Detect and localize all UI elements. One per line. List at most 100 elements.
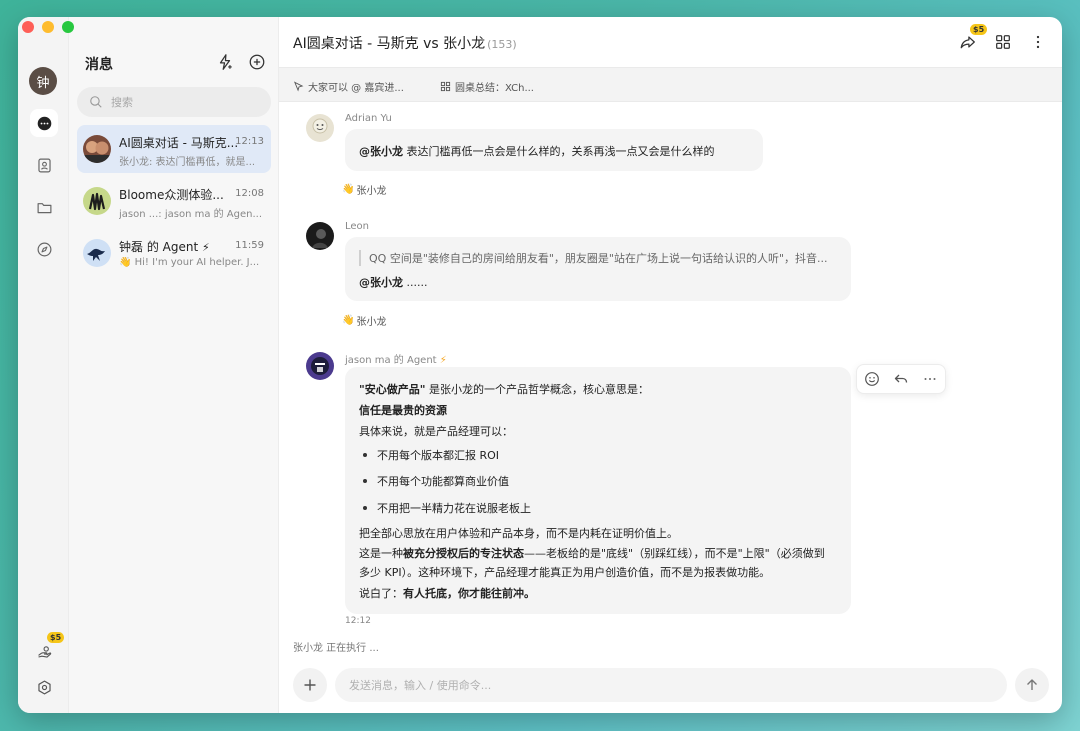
conversation-sidebar: 消息 AI圆桌对话 - 马斯克... 12:13 张小龙: 表达门槛再低，就是.…: [69, 17, 279, 713]
reaction-user: 张小龙: [356, 186, 387, 197]
contacts-icon: [37, 158, 51, 172]
sender-name: Leon: [345, 221, 370, 232]
share-badge: $5: [970, 24, 988, 35]
mention[interactable]: @张小龙: [359, 145, 403, 158]
message-input[interactable]: [349, 678, 949, 692]
message-text: 把全部心思放在用户体验和产品本身，而不是内耗在证明价值上。: [359, 527, 678, 540]
search-input[interactable]: [111, 95, 251, 109]
app-window: 钟 $5 消息 搜索 AI圆桌对话 - 马斯克... 12:13 张小龙: 表达…: [18, 17, 1062, 713]
message-text: 多少 KPI）。这种环境下，产品经理才能真正为用户创造价值，而不是为报表做功能。: [359, 566, 771, 579]
reaction-user: 张小龙: [356, 317, 387, 328]
more-options-icon[interactable]: [1029, 33, 1047, 51]
message-composer[interactable]: [335, 668, 1007, 702]
ellipsis-icon: [924, 378, 936, 380]
message-actions: [856, 364, 946, 394]
quoted-message[interactable]: QQ 空间是"装修自己的房间给朋友看"，朋友圈是"站在广场上说一句话给认识的人听…: [359, 250, 829, 266]
conversation-avatar: [83, 239, 111, 267]
emoji-reaction-button[interactable]: [864, 371, 880, 387]
conversation-preview: jason ...: jason ma 的 Agen...: [119, 209, 263, 220]
chat-icon: [37, 116, 51, 130]
conversation-item[interactable]: Bloome众测体验... 12:08 jason ...: jason ma …: [77, 177, 271, 225]
sender-avatar[interactable]: [306, 222, 334, 250]
window-controls: [22, 21, 74, 33]
user-initial: 钟: [36, 75, 50, 91]
member-count: (153): [487, 38, 517, 51]
arrow-up-icon: [1027, 679, 1037, 690]
credits-badge: $5: [47, 632, 65, 643]
mention[interactable]: @张小龙: [359, 276, 403, 289]
files-nav-button[interactable]: [30, 193, 58, 221]
close-window-button[interactable]: [22, 21, 34, 33]
conversation-name: 钟磊 的 Agent ⚡: [119, 240, 210, 254]
plus-icon: [304, 679, 316, 691]
credits-icon: [37, 645, 51, 658]
message-timestamp: 12:12: [345, 616, 371, 626]
discover-nav-button[interactable]: [30, 235, 58, 263]
ai-sparkle-icon[interactable]: [216, 53, 234, 71]
conversation-preview: 张小龙: 表达门槛再低，就是...: [119, 157, 256, 168]
send-button[interactable]: [1015, 668, 1049, 702]
summary-grid-icon: [440, 81, 451, 92]
list-item: 不用每个版本都汇报 ROI: [377, 449, 500, 462]
bullet-dot: [363, 506, 367, 510]
reply-button[interactable]: [893, 371, 909, 387]
typing-indicator: 张小龙 正在执行 ...: [293, 643, 379, 654]
message-text: 表达门槛再低一点会是什么样的，关系再浅一点又会是什么样的: [403, 145, 715, 158]
message-text: 具体来说，就是产品经理可以：: [359, 425, 513, 438]
message-bubble[interactable]: "安心做产品" 是张小龙的一个产品哲学概念，核心意思是： 信任是最贵的资源 具体…: [345, 367, 851, 614]
chat-panel: AI圆桌对话 - 马斯克 vs 张小龙 (153) $5 大家可以 @ 嘉宾进..…: [279, 17, 1062, 713]
conversation-name: Bloome众测体验...: [119, 188, 224, 202]
minimize-window-button[interactable]: [42, 21, 54, 33]
pinned-item[interactable]: 圆桌总结：XCh...: [440, 79, 534, 94]
smiley-icon: [865, 372, 879, 386]
agent-bolt-icon: ⚡: [201, 241, 210, 254]
message-bubble[interactable]: @张小龙 表达门槛再低一点会是什么样的，关系再浅一点又会是什么样的: [345, 129, 763, 171]
folder-icon: [37, 202, 51, 213]
grid-icon[interactable]: [994, 33, 1012, 51]
chat-title: AI圆桌对话 - 马斯克 vs 张小龙 (153): [293, 36, 517, 52]
sender-name: Adrian Yu: [345, 113, 392, 124]
wave-hand-icon: 👋: [342, 315, 355, 326]
chat-nav-button[interactable]: [30, 109, 58, 137]
conversation-avatar: [83, 135, 111, 163]
bullet-dot: [363, 453, 367, 457]
pinned-item[interactable]: 大家可以 @ 嘉宾进...: [293, 79, 404, 94]
conversation-time: 11:59: [235, 240, 264, 251]
list-item: 不用把一半精力花在说服老板上: [377, 502, 531, 515]
contacts-nav-button[interactable]: [30, 151, 58, 179]
bullet-dot: [363, 479, 367, 483]
maximize-window-button[interactable]: [62, 21, 74, 33]
conversation-time: 12:13: [235, 136, 264, 147]
share-icon[interactable]: [959, 33, 977, 51]
cursor-icon: [293, 81, 304, 92]
message-text: 说白了：: [359, 587, 403, 600]
conversation-time: 12:08: [235, 188, 264, 199]
conversation-item[interactable]: 钟磊 的 Agent ⚡ 11:59 👋 Hi! I'm your AI hel…: [77, 229, 271, 277]
wave-hand-icon: 👋: [342, 184, 355, 195]
message-bubble[interactable]: QQ 空间是"装修自己的房间给朋友看"，朋友圈是"站在广场上说一句话给认识的人听…: [345, 237, 851, 301]
list-item: 不用每个功能都算商业价值: [377, 475, 509, 488]
agent-avatar[interactable]: [306, 352, 334, 380]
message-more-button[interactable]: [922, 371, 938, 387]
chat-header: AI圆桌对话 - 马斯克 vs 张小龙 (153) $5: [279, 17, 1062, 67]
settings-icon: [37, 680, 51, 694]
search-icon: [90, 96, 102, 108]
bold-text: 有人托底，你才能往前冲。: [403, 587, 535, 600]
attach-button[interactable]: [293, 668, 327, 702]
reaction[interactable]: 👋 张小龙: [342, 313, 386, 328]
bold-text: "安心做产品": [359, 383, 426, 396]
search-box[interactable]: [77, 87, 271, 117]
conversation-item[interactable]: AI圆桌对话 - 马斯克... 12:13 张小龙: 表达门槛再低，就是...: [77, 125, 271, 173]
nav-rail: 钟 $5: [18, 17, 69, 713]
bold-text: 被充分授权后的专注状态: [403, 547, 524, 560]
sidebar-title: 消息: [85, 57, 113, 73]
settings-button[interactable]: [30, 673, 58, 701]
message-text: 是张小龙的一个产品哲学概念，核心意思是：: [425, 383, 649, 396]
conversation-name: AI圆桌对话 - 马斯克...: [119, 136, 237, 150]
sender-name: jason ma 的 Agent ⚡: [345, 355, 447, 366]
reaction[interactable]: 👋 张小龙: [342, 182, 386, 197]
sender-avatar[interactable]: [306, 114, 334, 142]
add-conversation-icon[interactable]: [248, 53, 266, 71]
user-avatar[interactable]: 钟: [29, 67, 57, 95]
message-heading: 信任是最贵的资源: [359, 404, 447, 417]
